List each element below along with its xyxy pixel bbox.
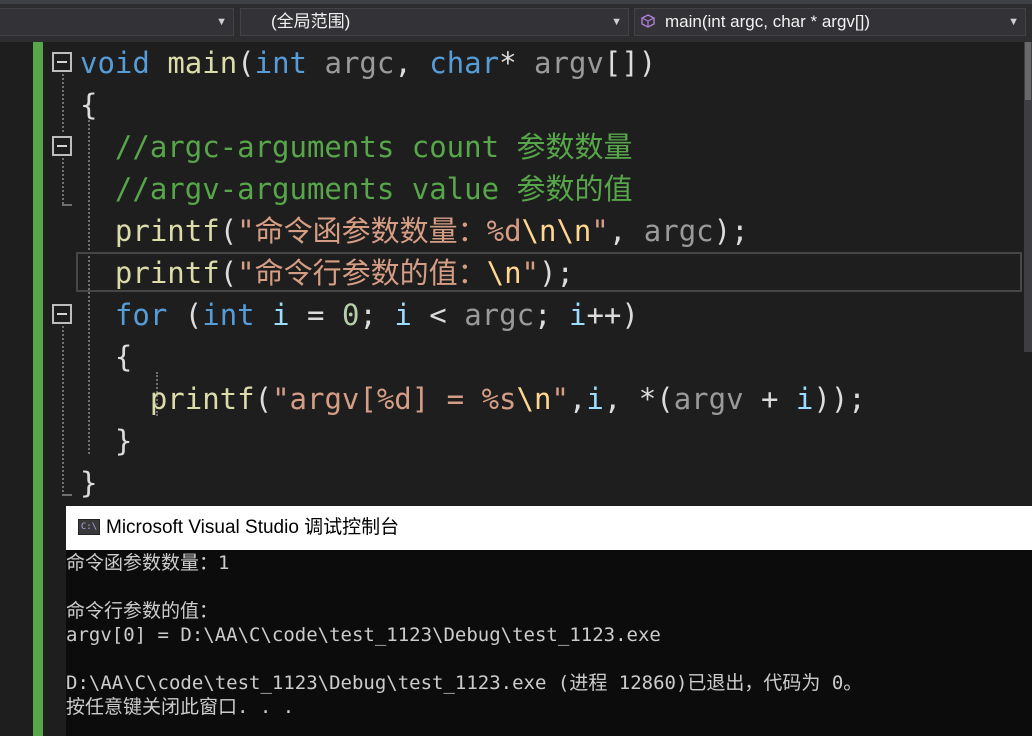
navigation-bar-top-edge (0, 0, 1032, 4)
editor-scrollbar-thumb[interactable] (1025, 42, 1031, 100)
scope-combo-label: (全局范围) (271, 12, 351, 31)
code-line-2[interactable]: { (80, 84, 97, 126)
function-printf: printf (149, 382, 255, 416)
keyword-void: void (80, 46, 150, 80)
code-line-3[interactable]: //argc-arguments count 参数数量 (80, 126, 633, 168)
variable-i: i (795, 382, 814, 416)
variable-i: i (586, 382, 604, 416)
member-combo[interactable]: main(int argc, char * argv[]) ▼ (634, 8, 1026, 36)
escape-sequence: \n (516, 382, 552, 416)
paren: ( (237, 46, 255, 80)
console-line: 命令函参数数量：1 (66, 552, 230, 574)
outline-guide-line (62, 326, 64, 496)
code-line-8[interactable]: { (80, 336, 132, 378)
code-line-11[interactable]: } (80, 462, 97, 504)
close-brace: } (80, 466, 98, 500)
dropdown-arrow-icon: ▼ (611, 16, 622, 28)
number-literal: 0 (341, 298, 360, 332)
param-argc: argc (464, 298, 535, 332)
param-argv: argv (673, 382, 744, 416)
string-literal: " (591, 214, 609, 248)
operator-assign: = (289, 298, 342, 332)
comment-argc: //argc-arguments count 参数数量 (114, 130, 633, 164)
project-combo[interactable]: ▼ (0, 8, 234, 36)
variable-i: i (568, 298, 587, 332)
console-line: argv[0] = D:\AA\C\code\test_1123\Debug\t… (66, 624, 661, 646)
console-line: 命令行参数的值： (66, 600, 219, 622)
fold-collapse-icon[interactable] (52, 52, 72, 72)
statement-end: )); (813, 382, 866, 416)
fold-collapse-icon[interactable] (52, 136, 72, 156)
function-printf: printf (114, 256, 220, 290)
outline-guide-end (62, 494, 72, 496)
string-literal: "命令函参数数量：%d (237, 214, 522, 248)
code-line-6[interactable]: printf("命令行参数的值：\n"); (80, 252, 574, 294)
member-cube-icon (641, 14, 655, 28)
string-literal: "argv[%d] = %s (272, 382, 517, 416)
comma: , (568, 382, 587, 416)
operator-less: < (411, 298, 465, 332)
console-title-bar[interactable]: C:\ Microsoft Visual Studio 调试控制台 (66, 506, 1032, 550)
console-line: 按任意键关闭此窗口. . . (66, 696, 295, 718)
escape-sequence: \n (486, 256, 522, 290)
paren: []) (603, 46, 657, 80)
open-brace: { (114, 340, 133, 374)
variable-i: i (394, 298, 412, 332)
param-argc: argc (324, 46, 395, 80)
console-title: Microsoft Visual Studio 调试控制台 (106, 517, 400, 538)
code-line-9[interactable]: printf("argv[%d] = %s\n",i, *(argv + i))… (80, 378, 866, 420)
pointer-star: * (499, 46, 517, 80)
keyword-int: int (254, 46, 308, 80)
increment: ++) (586, 298, 639, 332)
comment-argv: //argv-arguments value 参数的值 (114, 172, 633, 206)
paren: ( (254, 382, 273, 416)
function-main: main (167, 46, 238, 80)
deref-open: , *( (603, 382, 674, 416)
console-app-icon: C:\ (78, 519, 100, 535)
open-brace: { (80, 88, 98, 122)
comma: , (394, 46, 430, 80)
outline-guide-end (62, 204, 72, 206)
escape-sequence: \n\n (521, 214, 592, 248)
code-line-1[interactable]: void main(int argc, char* argv[]) (80, 42, 656, 84)
console-line: D:\AA\C\code\test_1123\Debug\test_1123.e… (66, 672, 863, 694)
outline-guide-line (62, 74, 64, 132)
operator-plus: + (743, 382, 796, 416)
string-literal: " (521, 256, 540, 290)
code-line-7[interactable]: for (int i = 0; i < argc; i++) (80, 294, 639, 336)
paren: ( (167, 298, 203, 332)
keyword-char: char (429, 46, 500, 80)
dropdown-arrow-icon: ▼ (1008, 16, 1019, 28)
navigation-bar: ▼ (全局范围) ▼ main(int argc, char * argv[])… (0, 0, 1032, 42)
member-combo-label: main(int argc, char * argv[]) (665, 12, 871, 31)
code-line-10[interactable]: } (80, 420, 132, 462)
code-line-4[interactable]: //argv-arguments value 参数的值 (80, 168, 633, 210)
code-line-5[interactable]: printf("命令函参数数量：%d\n\n", argc); (80, 210, 749, 252)
change-tracking-bar (33, 42, 43, 736)
comma: , (608, 214, 644, 248)
string-literal: " (551, 382, 569, 416)
function-printf: printf (114, 214, 220, 248)
dropdown-arrow-icon: ▼ (216, 16, 227, 28)
fold-collapse-icon[interactable] (52, 304, 72, 324)
paren: ( (219, 214, 238, 248)
console-output[interactable]: 命令函参数数量：1 命令行参数的值： argv[0] = D:\AA\C\cod… (66, 550, 1032, 736)
outline-guide-line (62, 158, 64, 204)
keyword-for: for (114, 298, 168, 332)
statement-end: ); (713, 214, 749, 248)
close-brace: } (114, 424, 133, 458)
param-argv: argv (534, 46, 604, 80)
keyword-int: int (202, 298, 255, 332)
semicolon: ; (534, 298, 569, 332)
statement-end: ); (539, 256, 574, 290)
scope-combo[interactable]: (全局范围) ▼ (240, 8, 629, 36)
param-argc: argc (643, 214, 714, 248)
semicolon: ; (359, 298, 395, 332)
variable-i: i (272, 298, 290, 332)
string-literal: "命令行参数的值： (237, 256, 487, 290)
paren: ( (219, 256, 238, 290)
